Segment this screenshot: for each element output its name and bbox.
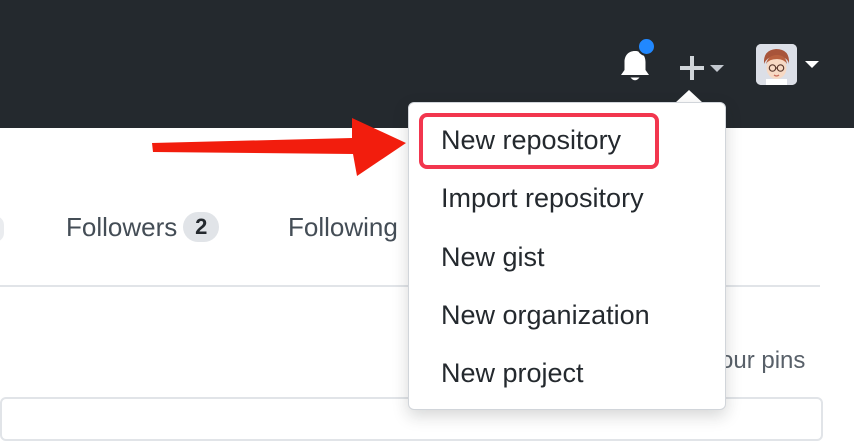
- chevron-down-icon: [805, 61, 819, 68]
- menu-item-new-gist[interactable]: New gist: [441, 242, 545, 273]
- counter-badge: [0, 216, 4, 242]
- plus-icon: [680, 56, 704, 80]
- create-new-button[interactable]: [676, 52, 728, 82]
- chevron-down-icon: [710, 65, 724, 72]
- tab-followers[interactable]: Followers 2: [66, 212, 220, 243]
- unread-notification-dot: [637, 37, 656, 56]
- create-new-dropdown: New repository Import repository New gis…: [408, 102, 726, 410]
- user-menu-button[interactable]: [756, 44, 822, 86]
- menu-item-new-organization[interactable]: New organization: [441, 300, 650, 331]
- tab-followers-label: Followers: [66, 212, 178, 242]
- tab-following[interactable]: Following: [288, 212, 398, 243]
- menu-item-import-repository[interactable]: Import repository: [441, 183, 644, 214]
- menu-item-new-repository[interactable]: New repository: [441, 125, 621, 156]
- menu-item-new-project[interactable]: New project: [441, 358, 584, 389]
- tab-following-label: Following: [288, 212, 398, 242]
- followers-count-badge: 2: [183, 212, 220, 242]
- avatar: [756, 44, 797, 85]
